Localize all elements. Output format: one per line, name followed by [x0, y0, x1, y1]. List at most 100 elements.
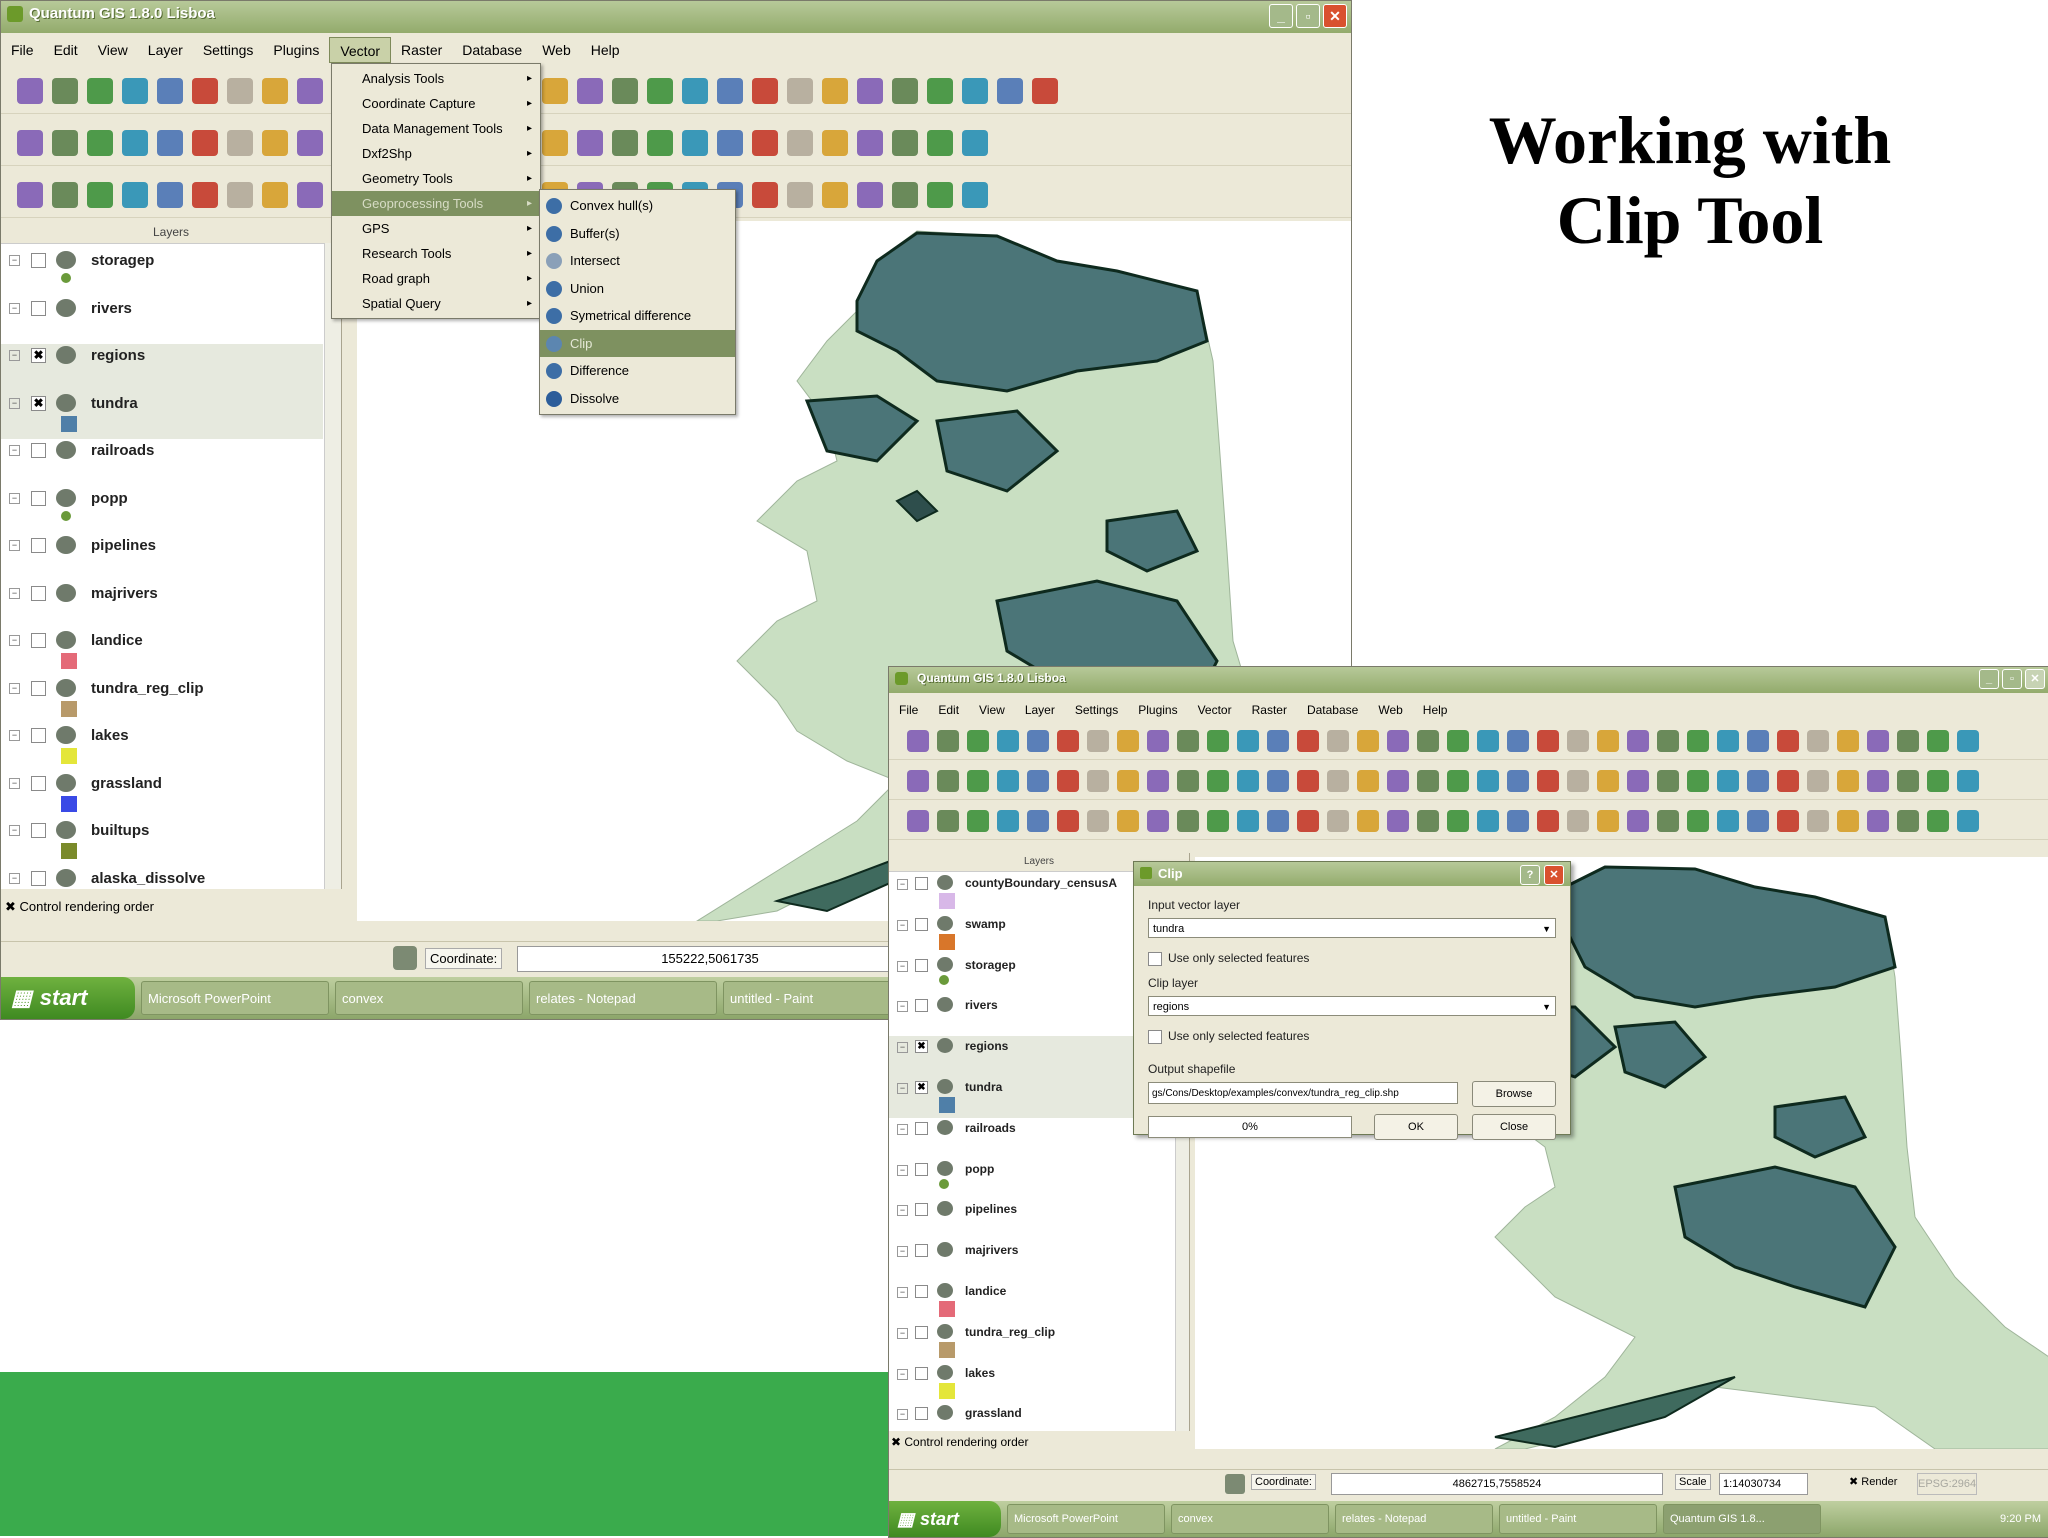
- vector-menu-item-coordinate-capture[interactable]: Coordinate Capture ▸: [332, 91, 540, 116]
- toolbar-tool-icon[interactable]: [1297, 810, 1319, 832]
- toolbar-tool-icon[interactable]: [1207, 730, 1229, 752]
- toolbar-tool-icon[interactable]: [1297, 730, 1319, 752]
- toolbar-tool-icon[interactable]: [1357, 730, 1379, 752]
- use-selected-checkbox-2[interactable]: [1148, 1030, 1162, 1044]
- vector-menu-item-geometry-tools[interactable]: Geometry Tools ▸: [332, 166, 540, 191]
- layer-visibility-checkbox[interactable]: [915, 1244, 928, 1258]
- toolbar-tool-icon[interactable]: [52, 78, 78, 104]
- toolbar-tool-icon[interactable]: [52, 182, 78, 208]
- toolbar-tool-icon[interactable]: [647, 130, 673, 156]
- menu-web[interactable]: Web: [1368, 697, 1412, 719]
- expand-toggle[interactable]: −: [9, 587, 20, 599]
- toolbar-tool-icon[interactable]: [1417, 770, 1439, 792]
- toolbar-tool-icon[interactable]: [1747, 770, 1769, 792]
- maximize-button[interactable]: ▫: [1296, 4, 1320, 28]
- toolbar-tool-icon[interactable]: [997, 810, 1019, 832]
- toolbar-tool-icon[interactable]: [1777, 730, 1799, 752]
- toolbar-tool-icon[interactable]: [17, 182, 43, 208]
- toolbar-tool-icon[interactable]: [1867, 770, 1889, 792]
- layer-row-landice[interactable]: − landice: [1, 629, 323, 677]
- toolbar-tool-icon[interactable]: [927, 78, 953, 104]
- layer-visibility-checkbox[interactable]: [915, 958, 928, 972]
- toolbar-tool-icon[interactable]: [1357, 770, 1379, 792]
- ok-button[interactable]: OK: [1374, 1114, 1458, 1140]
- close-button[interactable]: ✕: [1323, 4, 1347, 28]
- input-layer-combo[interactable]: tundra ▼: [1148, 918, 1556, 938]
- layer-row-lakes[interactable]: − lakes: [1, 724, 323, 772]
- toolbar-tool-icon[interactable]: [1567, 770, 1589, 792]
- toolbar-tool-icon[interactable]: [717, 130, 743, 156]
- geoprocessing-item-union[interactable]: Union: [540, 275, 735, 303]
- layer-visibility-checkbox[interactable]: [915, 1121, 928, 1135]
- toolbar-tool-icon[interactable]: [892, 182, 918, 208]
- toolbar-tool-icon[interactable]: [1597, 810, 1619, 832]
- menu-layer[interactable]: Layer: [1015, 697, 1065, 719]
- toolbar-tool-icon[interactable]: [1927, 810, 1949, 832]
- epsg-button[interactable]: EPSG:2964: [1917, 1473, 1977, 1495]
- toolbar-tool-icon[interactable]: [822, 182, 848, 208]
- toolbar-tool-icon[interactable]: [1867, 810, 1889, 832]
- toolbar-tool-icon[interactable]: [1147, 810, 1169, 832]
- layer-visibility-checkbox[interactable]: [31, 490, 46, 506]
- toolbar-tool-icon[interactable]: [967, 770, 989, 792]
- layer-visibility-checkbox[interactable]: [915, 999, 928, 1013]
- toolbar-tool-icon[interactable]: [157, 78, 183, 104]
- control-rendering-order-check-2[interactable]: ✖: [891, 1435, 904, 1449]
- layer-row-majrivers[interactable]: − majrivers: [889, 1240, 1175, 1281]
- layer-visibility-checkbox[interactable]: [915, 1284, 928, 1298]
- layer-visibility-checkbox[interactable]: [31, 870, 46, 886]
- toolbar-tool-icon[interactable]: [157, 182, 183, 208]
- toolbar-tool-icon[interactable]: [1747, 810, 1769, 832]
- close-dialog-button[interactable]: Close: [1472, 1114, 1556, 1140]
- toolbar-tool-icon[interactable]: [192, 182, 218, 208]
- toolbar-tool-icon[interactable]: [1417, 810, 1439, 832]
- layer-visibility-checkbox[interactable]: [31, 633, 46, 648]
- layer-row-popp[interactable]: − popp: [1, 487, 323, 535]
- toolbar-tool-icon[interactable]: [1087, 730, 1109, 752]
- toolbar-tool-icon[interactable]: [1507, 730, 1529, 752]
- expand-toggle[interactable]: −: [897, 919, 908, 931]
- toolbar-tool-icon[interactable]: [962, 130, 988, 156]
- toolbar-tool-icon[interactable]: [1177, 770, 1199, 792]
- layers-scrollbar[interactable]: [324, 243, 341, 889]
- toolbar-tool-icon[interactable]: [967, 810, 989, 832]
- toolbar-tool-icon[interactable]: [297, 182, 323, 208]
- toolbar-tool-icon[interactable]: [1957, 730, 1979, 752]
- layer-row-landice[interactable]: − landice: [889, 1281, 1175, 1322]
- toolbar-tool-icon[interactable]: [962, 78, 988, 104]
- layer-visibility-checkbox[interactable]: [915, 1162, 928, 1176]
- layer-row-grassland[interactable]: − grassland: [889, 1403, 1175, 1431]
- menu-plugins[interactable]: Plugins: [1128, 697, 1187, 719]
- menu-vector[interactable]: Vector: [1188, 697, 1242, 719]
- vector-menu-item-spatial-query[interactable]: Spatial Query ▸: [332, 291, 540, 316]
- layer-row-pipelines[interactable]: − pipelines: [1, 534, 323, 582]
- menu-edit[interactable]: Edit: [928, 697, 969, 719]
- expand-toggle[interactable]: −: [9, 540, 20, 551]
- toolbar-tool-icon[interactable]: [1327, 770, 1349, 792]
- toolbar-tool-icon[interactable]: [717, 78, 743, 104]
- expand-toggle[interactable]: −: [897, 1082, 908, 1094]
- toolbar-tool-icon[interactable]: [682, 78, 708, 104]
- toolbar-tool-icon[interactable]: [612, 78, 638, 104]
- toolbar-tool-icon[interactable]: [1117, 730, 1139, 752]
- vector-menu-item-road-graph[interactable]: Road graph ▸: [332, 266, 540, 291]
- toolbar-tool-icon[interactable]: [1177, 730, 1199, 752]
- toolbar-tool-icon[interactable]: [1237, 810, 1259, 832]
- toolbar-tool-icon[interactable]: [52, 130, 78, 156]
- toolbar-tool-icon[interactable]: [577, 130, 603, 156]
- menu-database[interactable]: Database: [1297, 697, 1368, 719]
- toolbar-tool-icon[interactable]: [1627, 810, 1649, 832]
- toolbar-tool-icon[interactable]: [1837, 730, 1859, 752]
- toolbar-tool-icon[interactable]: [1027, 810, 1049, 832]
- toolbar-tool-icon[interactable]: [542, 78, 568, 104]
- menu-edit[interactable]: Edit: [44, 37, 88, 63]
- toolbar-tool-icon[interactable]: [752, 130, 778, 156]
- menu-web[interactable]: Web: [532, 37, 581, 63]
- toolbar-tool-icon[interactable]: [1117, 810, 1139, 832]
- dialog-close-button[interactable]: ✕: [1544, 865, 1564, 885]
- toolbar-tool-icon[interactable]: [192, 130, 218, 156]
- toolbar-tool-icon[interactable]: [1477, 730, 1499, 752]
- toolbar-tool-icon[interactable]: [1387, 730, 1409, 752]
- help-button[interactable]: ?: [1520, 865, 1540, 885]
- toolbar-tool-icon[interactable]: [1867, 730, 1889, 752]
